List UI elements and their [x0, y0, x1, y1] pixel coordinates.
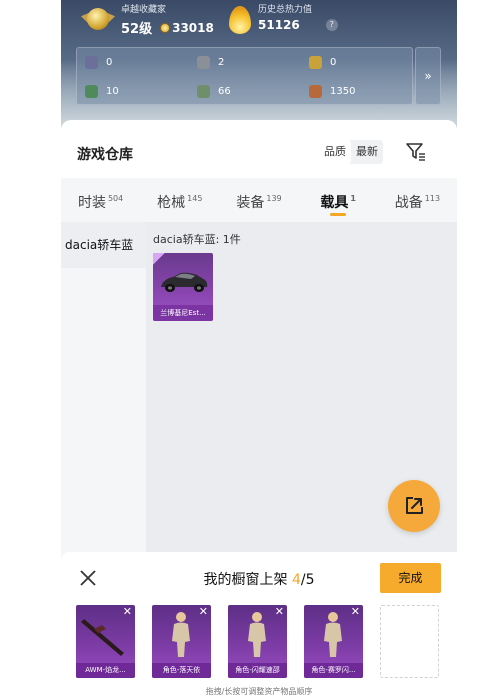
tab-count: 504	[107, 194, 124, 203]
coin-count: 33018	[172, 20, 214, 35]
resource-item: 66	[197, 83, 309, 99]
remove-icon[interactable]: ✕	[199, 606, 208, 617]
tab-4[interactable]: 战备 113	[378, 178, 457, 222]
filter-icon[interactable]	[405, 141, 427, 163]
resource-value: 66	[218, 85, 231, 97]
item-name: 兰博基尼Est...	[153, 305, 213, 321]
showcase-slot[interactable]: ✕ 角色-闪耀速邵	[228, 605, 287, 678]
collector-caption: 卓越收藏家	[121, 5, 167, 15]
slot-name: AWM-焰龙...	[76, 663, 135, 678]
coin-icon	[160, 22, 171, 33]
showcase-panel: 我的橱窗上架 4/5 完成 ✕ AWM-焰龙... ✕ 角色-落天依 ✕ 角色-闪耀速邵 ✕…	[61, 552, 457, 699]
share-icon	[406, 497, 423, 514]
tab-count: 1	[350, 194, 356, 203]
showcase-slot[interactable]: ✕ 角色-落天依	[152, 605, 211, 678]
remove-icon[interactable]: ✕	[351, 606, 360, 617]
tab-label: 载具	[320, 195, 349, 211]
category-tabs: 时装 504 枪械 145 装备 139 载具 1 战备 113	[61, 178, 457, 222]
tab-0[interactable]: 时装 504	[61, 178, 140, 222]
showcase-slot[interactable]: ✕ AWM-焰龙...	[76, 605, 135, 678]
tab-1[interactable]: 枪械 145	[140, 178, 219, 222]
tab-count: 145	[187, 194, 203, 203]
car-icon	[161, 272, 208, 292]
sort-quality-option[interactable]: 品质	[319, 140, 351, 164]
tab-label: 枪械	[157, 195, 186, 211]
resource-item: 10	[85, 83, 197, 99]
resource-more-button[interactable]: »	[415, 47, 441, 105]
resource-item: 0	[85, 54, 197, 70]
bronze-coin-icon	[309, 84, 322, 98]
showcase-count: 4	[291, 572, 301, 588]
popularity-caption: 历史总热力值	[258, 5, 313, 15]
card-icon	[85, 55, 98, 69]
remove-icon[interactable]: ✕	[275, 606, 284, 617]
group-label: dacia轿车蓝: 1件	[153, 233, 241, 246]
subcategory-item[interactable]: dacia轿车蓝	[61, 222, 146, 268]
help-icon[interactable]: ?	[325, 19, 338, 31]
app-screen: 卓越收藏家 52级 33018 历史总热力值 51126 ? 0 2 0 10 …	[61, 0, 457, 699]
reorder-hint: 拖拽/长按可调整资产物品顺序	[205, 687, 313, 696]
done-button[interactable]: 完成	[380, 563, 441, 593]
collector-stat: 卓越收藏家 52级 33018	[81, 4, 214, 37]
remove-icon[interactable]: ✕	[123, 606, 132, 617]
tab-label: 装备	[236, 195, 265, 211]
popularity-value: 51126	[258, 18, 300, 32]
resource-item: 2	[197, 54, 309, 70]
warehouse-title: 游戏仓库	[77, 147, 133, 163]
showcase-slots: ✕ AWM-焰龙... ✕ 角色-落天依 ✕ 角色-闪耀速邵 ✕ 角色-赛罗闪...	[76, 605, 439, 678]
showcase-title-prefix: 我的橱窗上架	[203, 572, 292, 588]
empty-slot[interactable]	[380, 605, 439, 678]
tab-count: 139	[266, 194, 282, 203]
medal-icon	[81, 4, 115, 34]
subcategory-list: dacia轿车蓝	[61, 222, 146, 568]
profile-banner: 卓越收藏家 52级 33018 历史总热力值 51126 ? 0 2 0 10 …	[61, 0, 457, 130]
resource-panel: 0 2 0 10 66 1350	[76, 47, 413, 105]
tab-label: 战备	[394, 195, 423, 211]
sort-toggle: 品质 最新	[319, 140, 383, 164]
resource-item: 0	[309, 54, 405, 70]
orb-icon	[197, 84, 210, 98]
slot-name: 角色-落天依	[152, 663, 211, 678]
showcase-slot[interactable]: ✕ 角色-赛罗闪...	[304, 605, 363, 678]
popularity-stat: 历史总热力值 51126 ?	[226, 4, 338, 36]
flame-icon	[226, 4, 252, 36]
resource-value: 2	[218, 56, 225, 68]
tab-2[interactable]: 装备 139	[219, 178, 298, 222]
tab-label: 时装	[77, 195, 106, 211]
resource-value: 0	[330, 56, 337, 68]
collector-level: 52级	[121, 22, 153, 37]
resource-value: 10	[106, 85, 119, 97]
tab-3[interactable]: 载具 1	[299, 178, 378, 222]
page: 卓越收藏家 52级 33018 历史总热力值 51126 ? 0 2 0 10 …	[0, 0, 477, 699]
gold-badge-icon	[309, 55, 322, 69]
slot-name: 角色-赛罗闪...	[304, 663, 363, 678]
share-button[interactable]	[388, 480, 440, 532]
resource-value: 0	[106, 56, 113, 68]
resource-value: 1350	[330, 85, 356, 97]
slot-name: 角色-闪耀速邵	[228, 663, 287, 678]
showcase-total: /5	[300, 572, 315, 588]
green-card-icon	[85, 84, 98, 98]
resource-item: 1350	[309, 83, 405, 99]
token-icon	[197, 55, 210, 69]
sort-latest-option[interactable]: 最新	[351, 140, 383, 164]
vehicle-item-card[interactable]: 兰博基尼Est...	[153, 253, 213, 321]
tab-count: 113	[424, 194, 441, 203]
warehouse-sheet: 游戏仓库 品质 最新 时装 504 枪械 145 装备 139 载具 1 战备 113 dacia…	[61, 120, 457, 699]
